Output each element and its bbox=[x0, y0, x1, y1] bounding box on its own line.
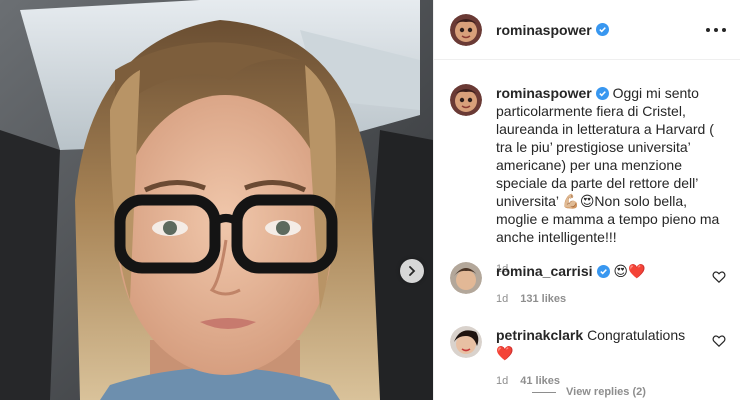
commenter-avatar[interactable] bbox=[450, 262, 482, 294]
post-sidebar: rominaspower rominaspower Oggi mi sento … bbox=[433, 0, 740, 400]
comment-text: 😍❤️ bbox=[613, 263, 646, 279]
heart-outline-icon[interactable] bbox=[712, 334, 726, 348]
comment-body: petrinakclark Congratulations ❤️ 1d 41 li… bbox=[496, 326, 706, 390]
verified-badge-icon bbox=[596, 265, 610, 278]
post-caption: rominaspower Oggi mi sento particolarmen… bbox=[450, 84, 728, 278]
comment-timestamp[interactable]: 1d bbox=[496, 375, 508, 387]
more-options-icon[interactable] bbox=[706, 22, 726, 38]
chevron-right-icon bbox=[409, 266, 416, 276]
view-replies-link[interactable]: View replies (2) bbox=[532, 386, 646, 398]
selfie-image bbox=[0, 0, 433, 400]
caption-body: Oggi mi sento particolarmente fiera di C… bbox=[496, 85, 720, 245]
comment-username[interactable]: petrinakclark bbox=[496, 327, 583, 343]
author-username[interactable]: rominaspower bbox=[496, 22, 592, 38]
comment-timestamp[interactable]: 1d bbox=[496, 293, 508, 305]
heart-outline-icon[interactable] bbox=[712, 270, 726, 284]
avatar-image bbox=[450, 262, 482, 294]
post-header: rominaspower bbox=[434, 0, 740, 60]
comment-username[interactable]: romina_carrisi bbox=[496, 263, 593, 279]
avatar-image bbox=[450, 13, 482, 46]
caption-username[interactable]: rominaspower bbox=[496, 85, 592, 101]
avatar-image bbox=[450, 326, 482, 358]
author-avatar[interactable] bbox=[450, 13, 482, 46]
avatar-image bbox=[450, 84, 482, 116]
comment-body: romina_carrisi 😍❤️ 1d 131 likes bbox=[496, 262, 706, 308]
instagram-post: rominaspower rominaspower Oggi mi sento … bbox=[0, 0, 740, 400]
post-photo[interactable] bbox=[0, 0, 433, 400]
comment-item: petrinakclark Congratulations ❤️ 1d 41 li… bbox=[450, 326, 726, 390]
comment-likes[interactable]: 131 likes bbox=[520, 293, 566, 305]
comment-meta: 1d 131 likes bbox=[496, 290, 706, 308]
commenter-avatar[interactable] bbox=[450, 326, 482, 358]
caption-author-avatar[interactable] bbox=[450, 84, 482, 116]
carousel-next-button[interactable] bbox=[400, 259, 424, 283]
caption-text-block: rominaspower Oggi mi sento particolarmen… bbox=[496, 84, 728, 278]
verified-badge-icon bbox=[595, 23, 609, 36]
comment-item: romina_carrisi 😍❤️ 1d 131 likes bbox=[450, 262, 726, 308]
verified-badge-icon bbox=[595, 87, 609, 100]
